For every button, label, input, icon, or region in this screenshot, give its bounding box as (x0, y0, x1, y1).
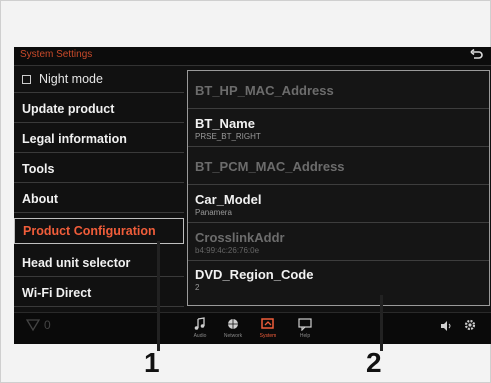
status-number: 0 (44, 318, 51, 332)
bottom-bar: 0 Audio Network System Help (14, 312, 491, 344)
config-value: b4:99:4c:26:76:0e (195, 246, 260, 255)
config-value: Panamera (195, 208, 232, 217)
config-row[interactable]: BT_Name PRSE_BT_RIGHT (188, 109, 489, 147)
volume-icon[interactable] (439, 319, 453, 337)
config-name: CrosslinkAddr (195, 230, 285, 245)
config-value: PRSE_BT_RIGHT (195, 132, 261, 141)
config-row[interactable]: CrosslinkAddr b4:99:4c:26:76:0e (188, 223, 489, 261)
config-row[interactable]: DVD_Region_Code 2 (188, 261, 489, 299)
config-name: BT_HP_MAC_Address (195, 83, 334, 98)
tab-label: Help (299, 333, 311, 339)
callout-line-1 (157, 241, 160, 351)
menu-item-label: Tools (22, 162, 55, 176)
menu-item-about[interactable]: About (14, 185, 184, 213)
callout-line-2 (380, 295, 383, 351)
callout-number-1: 1 (144, 347, 160, 378)
app-title: System Settings (20, 49, 93, 60)
tab-label: Audio (193, 333, 207, 339)
callout-number-2: 2 (366, 347, 382, 378)
head-unit-screen: System Settings Night mode Update produc… (14, 47, 491, 344)
menu-item-label: Night mode (39, 72, 103, 86)
top-bar: System Settings (14, 47, 491, 66)
config-row[interactable]: Car_Model Panamera (188, 185, 489, 223)
config-name: BT_Name (195, 116, 255, 131)
config-name: Car_Model (195, 192, 262, 207)
menu-item-tools[interactable]: Tools (14, 155, 184, 183)
menu-item-update-product[interactable]: Update product (14, 95, 184, 123)
config-name: BT_PCM_MAC_Address (195, 159, 345, 174)
config-row[interactable]: BT_HP_MAC_Address (188, 71, 489, 109)
night-mode-checkbox[interactable] (22, 75, 31, 85)
menu-item-label: Product Configuration (23, 224, 156, 238)
menu-item-label: Head unit selector (22, 256, 131, 270)
config-name: DVD_Region_Code (195, 267, 314, 282)
menu-item-label: Update product (22, 102, 115, 116)
tab-label: System (259, 333, 277, 339)
menu-item-label: Legal information (22, 132, 127, 146)
back-icon[interactable] (469, 48, 483, 62)
menu-item-night-mode[interactable]: Night mode (14, 65, 184, 93)
gear-icon[interactable] (463, 318, 477, 337)
menu-item-label: About (22, 192, 59, 206)
config-row[interactable]: BT_PCM_MAC_Address (188, 147, 489, 185)
product-configuration-panel: BT_HP_MAC_Address BT_Name PRSE_BT_RIGHT … (187, 70, 490, 306)
menu-item-legal-information[interactable]: Legal information (14, 125, 184, 153)
signal-icon (25, 318, 41, 337)
config-value: 2 (195, 283, 200, 292)
tab-label: Network (223, 333, 243, 339)
menu-item-label: Wi-Fi Direct (22, 286, 92, 300)
